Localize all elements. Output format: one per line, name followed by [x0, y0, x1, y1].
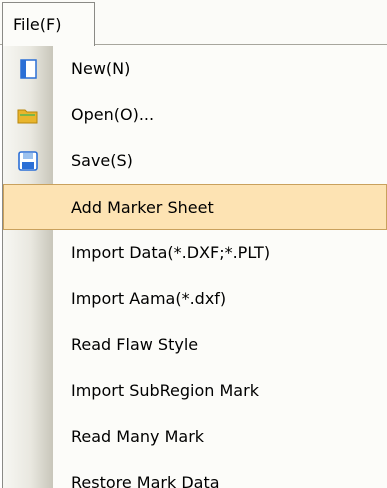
menu-item-read-many-mark-label: Read Many Mark — [71, 427, 205, 446]
menu-item-save[interactable]: Save(S) — [3, 138, 387, 184]
menu-bar: File(F) — [0, 0, 387, 48]
menu-item-read-many-mark[interactable]: Read Many Mark — [3, 414, 387, 460]
menu-item-read-flaw-style[interactable]: Read Flaw Style — [3, 322, 387, 368]
menu-item-import-aama-label: Import Aama(*.dxf) — [71, 289, 227, 308]
file-dropdown-menu: New(N) Open(O)... Save(S) Add Marker She… — [2, 45, 387, 488]
menu-item-restore-mark-data-label: Restore Mark Data — [71, 473, 220, 488]
menu-item-new[interactable]: New(N) — [3, 46, 387, 92]
menu-item-new-label: New(N) — [71, 59, 131, 78]
menu-item-import-aama[interactable]: Import Aama(*.dxf) — [3, 276, 387, 322]
menu-item-open[interactable]: Open(O)... — [3, 92, 387, 138]
menu-item-restore-mark-data[interactable]: Restore Mark Data — [3, 460, 387, 488]
menu-item-save-label: Save(S) — [71, 151, 133, 170]
menu-item-import-subregion-mark[interactable]: Import SubRegion Mark — [3, 368, 387, 414]
menu-item-add-marker-sheet[interactable]: Add Marker Sheet — [3, 184, 387, 230]
menu-item-import-subregion-mark-label: Import SubRegion Mark — [71, 381, 259, 400]
menu-item-import-data-label: Import Data(*.DXF;*.PLT) — [71, 243, 271, 262]
menu-screen: File(F) New(N) Open(O)... Save(S) Add Ma… — [0, 0, 387, 488]
file-menu-title[interactable]: File(F) — [2, 2, 95, 46]
save-disk-icon — [16, 149, 40, 173]
menu-item-import-data[interactable]: Import Data(*.DXF;*.PLT) — [3, 230, 387, 276]
menu-item-open-label: Open(O)... — [71, 105, 155, 124]
menu-item-add-marker-sheet-label: Add Marker Sheet — [71, 198, 214, 217]
open-folder-icon — [16, 103, 40, 127]
file-menu-title-label: File(F) — [13, 15, 62, 34]
new-document-icon — [16, 57, 40, 81]
menu-item-read-flaw-style-label: Read Flaw Style — [71, 335, 199, 354]
